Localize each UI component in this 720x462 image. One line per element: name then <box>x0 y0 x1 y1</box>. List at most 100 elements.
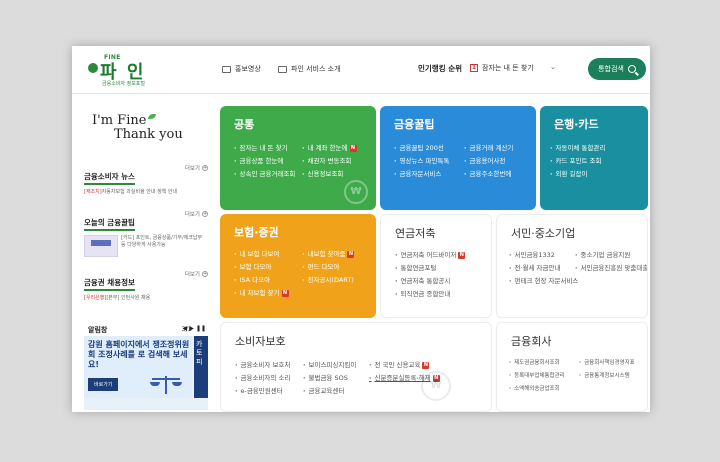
banner-go-button[interactable]: 바로가기 <box>88 378 119 391</box>
rank-toggle-chevron-down-icon[interactable]: ⌄ <box>550 63 556 71</box>
card-link[interactable]: 퇴직연금 종합안내 <box>395 288 465 301</box>
card-link[interactable]: 보험 다모아 <box>234 261 289 274</box>
card-link[interactable]: 서민금융진흥원 맞춤대출 <box>575 262 647 275</box>
card-common-list2: 내 계좌 한눈에N 채권자 변동조회 신용정보조회 <box>302 142 357 181</box>
daily-tips-title[interactable]: 오늘의 금융꿀팁 <box>84 217 135 231</box>
card-link[interactable]: 금융자문서비스 <box>394 168 449 181</box>
card-link[interactable]: 금융소비자 보호처 <box>235 359 290 372</box>
card-consumer-title: 소비자보호 <box>235 335 286 348</box>
video-icon <box>222 65 231 73</box>
more-label: 더보기 <box>184 272 200 278</box>
more-label: 더보기 <box>184 166 200 172</box>
integrated-search-button[interactable]: 통합검색 <box>588 58 646 80</box>
card-link[interactable]: 금융주소한번에 <box>464 168 513 181</box>
card-link[interactable]: 연금저축 통합공시 <box>395 275 465 288</box>
card-link[interactable]: 금융용어사전 <box>464 155 513 168</box>
card-bank[interactable]: 은행·카드 자동이체 통합관리 카드 포인트 조회 외환 길잡이 <box>540 106 648 210</box>
card-link[interactable]: 서민금융1332 <box>509 249 578 262</box>
card-consumer-list2: 보이스피싱지킴이 불법금융 SOS 금융교육센터 <box>303 359 356 398</box>
card-pension-title: 연금저축 <box>395 227 436 240</box>
card-link[interactable]: 연금저축 어드바이저N <box>395 249 466 262</box>
nav-service-intro[interactable]: 파인 서비스 소개 <box>278 64 341 74</box>
card-link[interactable]: ISA 다모아 <box>234 274 289 287</box>
card-link[interactable]: 금융통계정보시스템 <box>579 370 635 383</box>
card-insurance-list2: 내보험 찾아줌N 펀드 다모아 전자공시(DART) <box>302 248 355 287</box>
card-link[interactable]: 내 차보험 찾기N <box>234 287 289 300</box>
job-info-title[interactable]: 금융권 채용정보 <box>84 277 135 291</box>
card-common-title: 공통 <box>234 118 255 131</box>
card-link[interactable]: 잠자는 내 돈 찾기 <box>234 142 295 155</box>
card-smb[interactable]: 서민·중소기업 서민금융1332 전·월세 자금안내 펀테크 현장 자문서비스 … <box>496 214 648 318</box>
fine-logo[interactable]: FINE 파 인 금융소비자 정보포털 <box>84 54 164 87</box>
card-link[interactable]: 소액해외송금업조회 <box>509 383 565 396</box>
card-link[interactable]: 중소기업 금융지원 <box>575 249 647 262</box>
card-link[interactable]: 전·월세 자금안내 <box>509 262 578 275</box>
card-link[interactable]: 불법금융 SOS <box>303 372 356 385</box>
daily-tips-more-button[interactable]: 더보기 + <box>185 210 208 218</box>
card-link[interactable]: 보이스피싱지킴이 <box>303 359 356 372</box>
card-company-list2: 금융회사책임경영지표 금융통계정보시스템 <box>579 357 635 383</box>
card-company-title: 금융회사 <box>511 335 552 348</box>
new-badge: N <box>458 252 466 259</box>
card-link[interactable]: 채권자 변동조회 <box>302 155 357 168</box>
tips-thumbnail <box>84 235 118 257</box>
job-info-item[interactable]: [우리은행][본부] 인턴사원 채용 <box>84 295 208 302</box>
card-link[interactable]: 영상뉴스 파인특톡 <box>394 155 449 168</box>
card-link[interactable]: 외환 길잡이 <box>550 168 605 181</box>
notice-title: 알림창 <box>88 326 108 334</box>
card-consumer[interactable]: 소비자보호 금융소비자 보호처 금융소비자의 소리 e-금융민원센터 보이스피싱… <box>220 322 492 412</box>
card-insurance[interactable]: 보험·증권 내 보험 다보여 보험 다모아 ISA 다모아 내 차보험 찾기N … <box>220 214 376 318</box>
consumer-news-more-button[interactable]: 더보기 + <box>185 164 208 172</box>
card-link[interactable]: 제도권금융회사조회 <box>509 357 565 370</box>
popular-rank-title: 인기랭킹 순위 <box>418 64 463 73</box>
shield-won-icon: ₩ <box>421 371 451 401</box>
logo-subtitle: 금융소비자 정보포털 <box>102 81 145 87</box>
new-badge: N <box>281 290 289 297</box>
card-link[interactable]: 펀드 다모아 <box>302 261 354 274</box>
card-pension[interactable]: 연금저축 연금저축 어드바이저N 통합연금포털 연금저축 통합공시 퇴직연금 종… <box>380 214 492 318</box>
left-sidebar: I'm Fine Thank you 금융소비자 뉴스 더보기 + [재조치]자동… <box>72 94 216 412</box>
card-link[interactable]: 자동이체 통합관리 <box>550 142 605 155</box>
card-link[interactable]: 등록대부업체통합관리 <box>509 370 565 383</box>
card-link[interactable]: 금융소비자의 소리 <box>235 372 290 385</box>
card-link[interactable]: 내 보험 다보여 <box>234 248 289 261</box>
card-link[interactable]: 카드 포인트 조회 <box>550 155 605 168</box>
popular-rank-item[interactable]: 1 잠자는 내 돈 찾기 <box>470 63 534 73</box>
card-link[interactable]: 전 국민 신용교육N <box>369 359 440 372</box>
notice-header: 알림창 3/3 ◀ ▶ ❚❚ <box>84 322 208 336</box>
card-tips-list1: 금융꿀팁 200선 영상뉴스 파인특톡 금융자문서비스 <box>394 142 449 181</box>
card-link[interactable]: 금융상품 한눈에 <box>234 155 295 168</box>
new-badge: N <box>422 362 430 369</box>
card-common[interactable]: 공통 잠자는 내 돈 찾기 금융상품 한눈에 상속인 금융거래조회 내 계좌 한… <box>220 106 376 210</box>
card-link[interactable]: 금융꿀팁 200선 <box>394 142 449 155</box>
consumer-news-item[interactable]: [재조치]자동차보험 과실비율 안내 정책 안내 <box>84 189 208 196</box>
plus-icon: + <box>202 211 208 217</box>
card-link[interactable]: 금융회사책임경영지표 <box>579 357 635 370</box>
search-icon <box>627 65 636 73</box>
job-info-more-button[interactable]: 더보기 + <box>185 270 208 278</box>
card-link[interactable]: 금융교육센터 <box>303 385 356 398</box>
card-link[interactable]: 통합연금포털 <box>395 262 465 275</box>
card-link[interactable]: 전자공시(DART) <box>302 274 354 287</box>
card-link[interactable]: 신용정보조회 <box>302 168 357 181</box>
card-link[interactable]: 상속인 금융거래조회 <box>234 168 295 181</box>
rank-item-label: 잠자는 내 돈 찾기 <box>482 64 534 72</box>
browser-frame: FINE 파 인 금융소비자 정보포털 홍보영상 파인 서비스 소개 인기랭킹 … <box>72 46 650 412</box>
card-link[interactable]: 펀테크 현장 자문서비스 <box>509 275 578 288</box>
card-link[interactable]: e-금융민원센터 <box>235 385 290 398</box>
card-link[interactable]: 금융거래 계산기 <box>464 142 513 155</box>
card-tips[interactable]: 금융꿀팁 금융꿀팁 200선 영상뉴스 파인특톡 금융자문서비스 금융거래 계산… <box>380 106 536 210</box>
card-pension-list1: 연금저축 어드바이저N 통합연금포털 연금저축 통합공시 퇴직연금 종합안내 <box>395 249 466 301</box>
nav-promo-video[interactable]: 홍보영상 <box>222 64 261 74</box>
consumer-news-title[interactable]: 금융소비자 뉴스 <box>84 171 135 185</box>
card-link[interactable]: 내보험 찾아줌N <box>302 248 355 261</box>
banner-text: 감원 홈페이지에서 쟁조정위원회 조정사례를 로 검색해 보세요! <box>88 340 190 369</box>
notice-banner[interactable]: 감원 홈페이지에서 쟁조정위원회 조정사례를 로 검색해 보세요! 바로가기 <box>84 336 192 398</box>
tips-text: [카드] 포인트, 금융상품/기부/체크납부 등 다양하게 사용가능 <box>121 235 203 248</box>
card-link[interactable]: 내 계좌 한눈에N <box>302 142 357 155</box>
notice-carousel-controls[interactable]: ◀ ▶ ❚❚ <box>183 325 206 332</box>
notice-banner-next[interactable]: 카 토 피 <box>194 336 208 398</box>
daily-tips-item[interactable]: [카드] 포인트, 금융상품/기부/체크납부 등 다양하게 사용가능 <box>84 235 208 257</box>
card-company[interactable]: 금융회사 제도권금융회사조회 등록대부업체통합관리 소액해외송금업조회 금융회사… <box>496 322 648 412</box>
news-text: 자동차보험 과실비율 안내 정책 안내 <box>101 189 178 195</box>
